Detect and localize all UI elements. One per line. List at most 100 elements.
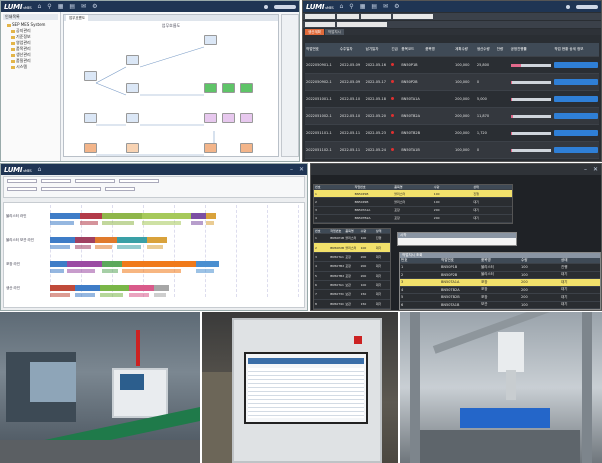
user-avatar[interactable] [566, 4, 570, 9]
column-header[interactable]: 번호 [314, 185, 354, 189]
table-row[interactable]: 4BN50TB2A포장200대기 [314, 262, 390, 272]
gantt-bar[interactable] [196, 269, 215, 273]
workflow-node[interactable] [126, 55, 139, 65]
column-header[interactable]: 수량 [360, 229, 375, 233]
gantt-bar[interactable] [79, 213, 103, 219]
grid-icon[interactable]: ▦ [58, 3, 64, 10]
gantt-bar[interactable] [206, 221, 215, 225]
table-row[interactable]: 1 BN50P1B 블리스터 100 진행 [314, 234, 390, 244]
workflow-node[interactable] [204, 113, 217, 123]
search-icon[interactable]: ⚲ [349, 3, 353, 10]
table-row[interactable]: 5BN50TB2B포장200대기 [314, 272, 390, 281]
column-header[interactable]: 품목명 [393, 185, 433, 189]
table-row[interactable]: 4BN50TB2A포장200대기 [400, 287, 600, 294]
home-icon[interactable]: ⌂ [37, 3, 41, 10]
gantt-bar[interactable] [102, 213, 142, 219]
table-row[interactable]: 2022051101-1 2022-05-11 2022-05-23 BN50TB2B… [305, 125, 599, 142]
filter-field[interactable] [75, 179, 115, 183]
filter-field[interactable] [105, 187, 135, 191]
gantt-bar[interactable] [141, 213, 192, 219]
minimize-icon[interactable]: – [290, 166, 293, 173]
gantt-bar[interactable] [99, 285, 130, 291]
settings-icon[interactable]: ⚙ [394, 3, 399, 10]
tab-plan[interactable]: 생산계획 [305, 29, 324, 35]
filter-field[interactable] [305, 22, 335, 27]
gantt-bar[interactable] [129, 293, 150, 297]
mail-icon[interactable]: ✉ [81, 3, 86, 10]
table-row[interactable]: 4BN50TB2A포장200대기 [314, 215, 512, 223]
column-header[interactable]: 계획수량 [454, 47, 476, 52]
gantt-bar[interactable] [146, 245, 163, 249]
detail-button[interactable] [554, 113, 599, 119]
close-icon[interactable]: ✕ [299, 166, 304, 173]
gantt-bar[interactable] [102, 269, 118, 273]
table-row[interactable]: 2022050901-1 2022-05-09 2022-05-16 BN50P1B 1… [305, 57, 599, 74]
workflow-node[interactable] [240, 143, 253, 153]
gantt-bar[interactable] [129, 285, 155, 291]
column-header[interactable]: 품목코드 [400, 47, 424, 52]
table-row[interactable]: 3 BN50TA1A 포장 200 대기 [400, 279, 600, 287]
filter-field[interactable] [41, 179, 71, 183]
gantt-bar[interactable] [94, 245, 113, 249]
table-row[interactable]: 5BN50TB2B포장200대기 [400, 294, 600, 302]
workflow-node[interactable] [84, 71, 97, 81]
column-header[interactable]: 품목명 [424, 47, 454, 52]
column-header[interactable]: 수주일자 [339, 47, 365, 52]
gantt-bar[interactable] [79, 221, 98, 225]
filter-field[interactable] [7, 187, 37, 191]
table-row[interactable]: 1 BN50P1B 블리스터 100 진행 [314, 190, 512, 199]
filter-field[interactable] [337, 22, 387, 27]
home-icon[interactable]: ⌂ [37, 166, 41, 173]
column-header[interactable]: 긴급 [390, 47, 400, 52]
filter-field[interactable] [337, 14, 359, 19]
gantt-bar[interactable] [196, 261, 219, 267]
table-row[interactable]: 3 BN50TA1A 포장 200 대기 [314, 253, 390, 263]
app-logo[interactable]: LUMIvMES [4, 3, 32, 11]
gantt-bar[interactable] [191, 221, 204, 225]
tree-item[interactable]: 시스템 [3, 64, 58, 70]
workflow-node[interactable] [84, 143, 97, 153]
filter-field[interactable] [7, 179, 37, 183]
table-row[interactable]: 2 BN50P2B 블리스터 100 대기 [314, 198, 512, 207]
column-header[interactable]: 품목명 [344, 229, 359, 233]
column-header[interactable]: 납기일자 [365, 47, 391, 52]
gantt-bar[interactable] [116, 237, 147, 243]
column-header[interactable]: 상태 [375, 229, 390, 233]
gantt-bar[interactable] [50, 269, 64, 273]
gantt-bar[interactable] [146, 237, 167, 243]
detail-button[interactable] [554, 96, 599, 102]
user-menu[interactable] [274, 4, 296, 9]
column-header[interactable]: 작업번호 [305, 47, 339, 52]
detail-button[interactable] [554, 147, 599, 153]
column-header[interactable]: 작업번호 [354, 185, 394, 189]
table-row[interactable]: 1 BN50P1B 블리스터 100 진행 [400, 264, 600, 272]
workflow-node[interactable] [126, 143, 139, 153]
gantt-bar[interactable] [74, 285, 100, 291]
column-header[interactable]: 번호 [400, 258, 440, 263]
column-header[interactable]: 품목명 [480, 258, 520, 263]
gantt-bar[interactable] [141, 221, 182, 225]
gantt-bar[interactable] [74, 237, 95, 243]
gantt-bar[interactable] [74, 245, 91, 249]
workflow-node[interactable] [84, 113, 97, 123]
detail-button[interactable] [554, 130, 599, 136]
user-avatar[interactable] [264, 4, 268, 9]
table-row[interactable]: 2022051001-1 2022-05-10 2022-05-18 BN50TA1A… [305, 91, 599, 108]
column-header[interactable]: 번호 [314, 229, 329, 233]
workflow-node[interactable] [204, 35, 217, 45]
table-row[interactable]: 2022051002-1 2022-05-10 2022-05-20 BN50TB2A… [305, 108, 599, 125]
grid-icon[interactable]: ▦ [360, 3, 366, 10]
search-icon[interactable]: ⚲ [47, 3, 51, 10]
table-row[interactable]: 2 BN50P2B 블리스터 100 대기 [400, 272, 600, 279]
workflow-node[interactable] [204, 143, 217, 153]
gantt-bar[interactable] [50, 293, 70, 297]
column-header[interactable]: 작업 현황 상세 정보 [553, 47, 599, 52]
gantt-bar[interactable] [191, 213, 207, 219]
workflow-node[interactable] [126, 113, 139, 123]
gantt-bar[interactable] [67, 269, 96, 273]
gantt-bar[interactable] [50, 245, 70, 249]
table-row[interactable]: 7 BN50T3C 보관 150 대기 [314, 290, 390, 300]
workflow-node[interactable] [204, 83, 217, 93]
minimize-icon[interactable]: – [584, 166, 587, 173]
gantt-bar[interactable] [50, 285, 75, 291]
